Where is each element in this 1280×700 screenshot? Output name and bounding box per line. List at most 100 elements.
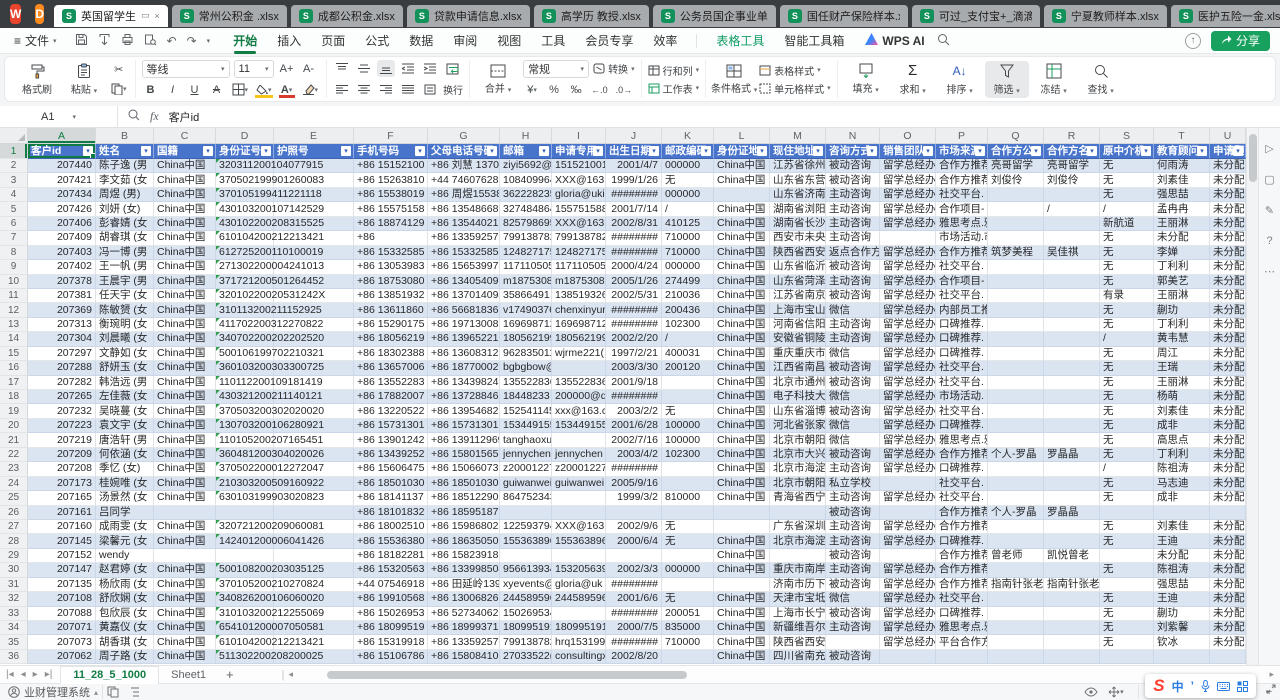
menu-tab-效率[interactable]: 效率 [644,29,686,52]
cell-G20[interactable]: +86 157313016 [428,419,500,433]
cell-Q35[interactable] [988,635,1044,649]
cell-K9[interactable]: 000000 [662,260,714,274]
format-painter-button[interactable]: 格式刷 [15,61,59,98]
cell-L18[interactable]: China中国 [714,390,770,404]
cell-J11[interactable]: 2002/5/31 [606,289,662,303]
cell-U24[interactable]: 未分配 [1210,477,1246,491]
file-tab[interactable]: S成都公积金.xlsx [291,5,403,27]
column-header-F[interactable]: F [354,128,428,143]
cell-P13[interactable]: 口碑推荐. [936,318,988,332]
cell-T21[interactable]: 高思点 [1154,433,1210,447]
cell-D34[interactable]: 654101200007050581 [216,621,274,635]
cell-D6[interactable]: 430102200208315525 [216,217,274,231]
cell-D16[interactable]: 360103200303300725 [216,361,274,375]
cell-Q32[interactable] [988,592,1044,606]
file-menu[interactable]: ≡ 文件 ▾ [10,32,61,49]
cell-L17[interactable]: China中国 [714,376,770,390]
cell-A5[interactable]: 207426 [28,202,96,216]
cell-I2[interactable]: 151521001 [552,159,606,173]
cell-S22[interactable]: 无 [1100,448,1154,462]
cell-Q7[interactable] [988,231,1044,245]
cell-M7[interactable]: 西安市未央 [770,231,826,245]
cell-S16[interactable]: 无 [1100,361,1154,375]
row-header-15[interactable]: 15 [0,347,28,361]
cell-I22[interactable]: jennychen [552,448,606,462]
fx-icon[interactable]: fx [150,109,159,124]
cell-S6[interactable]: 新航道 [1100,217,1154,231]
cell-P4[interactable]: 社交平台. [936,188,988,202]
copy-icon[interactable]: ▾ [109,81,129,98]
cell-A3[interactable]: 207421 [28,173,96,187]
cell-L19[interactable]: China中国 [714,404,770,418]
sogou-logo-icon[interactable]: S [1153,676,1164,696]
cell-K15[interactable]: 400031 [662,347,714,361]
column-header-Q[interactable]: Q [988,128,1044,143]
cell-R23[interactable] [1044,462,1100,476]
cell-Q34[interactable] [988,621,1044,635]
cell-T31[interactable]: 强思喆 [1154,578,1210,592]
cell-L21[interactable]: China中国 [714,433,770,447]
cell-P28[interactable]: 口碑推荐. [936,534,988,548]
cell-P12[interactable]: 内部员工推 [936,303,988,317]
cell-A23[interactable]: 207208 [28,462,96,476]
cell-M30[interactable]: 重庆市南岸 [770,563,826,577]
cell-L6[interactable]: China中国 [714,217,770,231]
cell-G18[interactable]: +86 1372884680 [428,390,500,404]
row-header-33[interactable]: 33 [0,607,28,621]
cell-S8[interactable]: 无 [1100,246,1154,260]
cell-M21[interactable]: 北京市朝阳 [770,433,826,447]
cell-I4[interactable]: gloria@uki [552,188,606,202]
worksheet-button[interactable]: 工作表▾ [648,81,700,96]
row-header-13[interactable]: 13 [0,318,28,332]
cell-R13[interactable] [1044,318,1100,332]
scroll-right-icon[interactable]: ▸ [1269,669,1274,680]
cell-C16[interactable]: China中国 [154,361,216,375]
cell-L33[interactable]: China中国 [714,607,770,621]
cell-M34[interactable]: 新疆维吾尔 [770,621,826,635]
cell-S15[interactable]: 无 [1100,347,1154,361]
cell-O2[interactable]: 留学总经办 [880,159,936,173]
cell-K7[interactable]: 710000 [662,231,714,245]
prev-sheet-icon[interactable]: ◂ [21,669,26,680]
cell-C32[interactable]: China中国 [154,592,216,606]
cell-N2[interactable]: 被动咨询 [826,159,880,173]
cell-S36[interactable] [1100,650,1154,664]
cell-O8[interactable]: 留学总经办 [880,246,936,260]
cell-Q14[interactable] [988,332,1044,346]
cell-D30[interactable]: 500108200203035125 [216,563,274,577]
cell-F7[interactable]: +86 [354,231,428,245]
cell-F6[interactable]: +86 18874129 [354,217,428,231]
cell-P29[interactable]: 合作方推荐 [936,549,988,563]
cell-T28[interactable]: 王迪 [1154,534,1210,548]
menu-tab-工具[interactable]: 工具 [532,29,574,52]
cell-J13[interactable]: ######## [606,318,662,332]
cell-K13[interactable]: 102300 [662,318,714,332]
cell-G12[interactable]: +86 56681836 [428,303,500,317]
header-cell-F1[interactable]: 手机号码▾ [354,144,428,159]
cell-D22[interactable]: 360481200304020026 [216,448,274,462]
vertical-scrollbar[interactable] [1246,128,1258,665]
cell-Q8[interactable]: 筑梦美程 [988,246,1044,260]
header-cell-R1[interactable]: 合作方名▾ [1044,144,1100,159]
cell-S17[interactable]: 无 [1100,376,1154,390]
font-color-button[interactable]: A▾ [278,81,296,98]
column-header-S[interactable]: S [1100,128,1154,143]
cell-T36[interactable] [1154,650,1210,664]
cell-J8[interactable]: ######## [606,246,662,260]
cell-N12[interactable]: 微信 [826,303,880,317]
filter-dropdown-icon[interactable]: ▾ [975,146,985,156]
cell-G9[interactable]: +86 1565399710 [428,260,500,274]
cell-S5[interactable]: / [1100,202,1154,216]
cell-G4[interactable]: +86 周煜155380 [428,188,500,202]
cell-D8[interactable]: 612725200110100019 [216,246,274,260]
cell-B3[interactable]: 李文茹 (女 [96,173,154,187]
hand-tool-icon[interactable]: ▾ [1108,686,1124,698]
strikethrough-button[interactable]: A [208,81,226,98]
cell-B11[interactable]: 任天宇 (女 [96,289,154,303]
cell-H17[interactable]: 135522836 [500,376,552,390]
tab-monitor-icon[interactable]: ▭ [141,10,150,21]
formula-input[interactable]: 客户id [169,106,200,127]
align-bottom-icon[interactable] [377,60,395,77]
cell-G35[interactable]: +86 1335925706 [428,635,500,649]
cell-H14[interactable]: 180562199 [500,332,552,346]
